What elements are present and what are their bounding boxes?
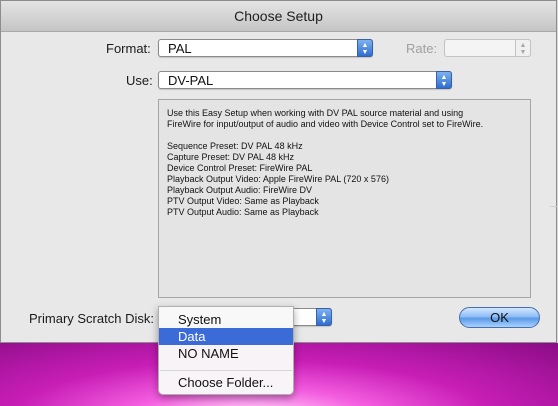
popup-arrows-icon: ▲ ▼ — [515, 39, 531, 57]
menu-item-label: NO NAME — [178, 346, 239, 361]
format-value: PAL — [168, 41, 192, 56]
description-line: PTV Output Audio: Same as Playback — [167, 207, 319, 217]
description-line: Capture Preset: DV PAL 48 kHz — [167, 152, 295, 162]
description-intro-line: FireWire for input/output of audio and v… — [167, 119, 484, 129]
menu-item-choose-folder[interactable]: Choose Folder... — [159, 374, 293, 391]
format-popup[interactable]: PAL ▲ ▼ — [158, 39, 373, 57]
menu-item-no-name[interactable]: NO NAME — [159, 345, 293, 362]
popup-arrows-icon: ▲ ▼ — [357, 39, 373, 57]
description-intro-line: Use this Easy Setup when working with DV… — [167, 108, 464, 118]
description-line: Sequence Preset: DV PAL 48 kHz — [167, 141, 303, 151]
dialog-title: Choose Setup — [234, 8, 323, 24]
menu-item-label: Choose Folder... — [178, 375, 274, 390]
menu-item-label: System — [178, 312, 222, 327]
use-popup[interactable]: DV-PAL ▲ ▼ — [158, 71, 452, 89]
menu-item-data[interactable]: Data — [159, 328, 293, 345]
description-line: Device Control Preset: FireWire PAL — [167, 163, 313, 173]
description-line: Playback Output Video: Apple FireWire PA… — [167, 174, 389, 184]
rate-label: Rate: — [406, 41, 438, 56]
popup-arrows-icon: ▲ ▼ — [316, 308, 332, 326]
popup-arrows-icon: ▲ ▼ — [436, 71, 452, 89]
setup-description: Use this Easy Setup when working with DV… — [158, 99, 531, 298]
use-label: Use: — [126, 73, 153, 88]
description-line: PTV Output Video: Same as Playback — [167, 196, 319, 206]
menu-item-label: Data — [178, 329, 206, 344]
scratch-disk-label: Primary Scratch Disk: — [29, 311, 154, 326]
ok-button[interactable]: OK — [459, 307, 540, 328]
title-bar: Choose Setup — [1, 1, 556, 32]
format-label: Format: — [106, 41, 151, 56]
choose-setup-dialog: Choose Setup Format: PAL ▲ ▼ Rate: ▲ ▼ Use… — [0, 0, 558, 343]
menu-separator — [160, 370, 292, 371]
menu-item-system[interactable]: System — [159, 311, 293, 328]
scratch-disk-menu: System Data NO NAME Choose Folder... — [158, 306, 294, 395]
rate-popup: ▲ ▼ — [444, 39, 531, 57]
divider — [550, 206, 558, 207]
use-value: DV-PAL — [168, 73, 214, 88]
description-line: Playback Output Audio: FireWire DV — [167, 185, 313, 195]
